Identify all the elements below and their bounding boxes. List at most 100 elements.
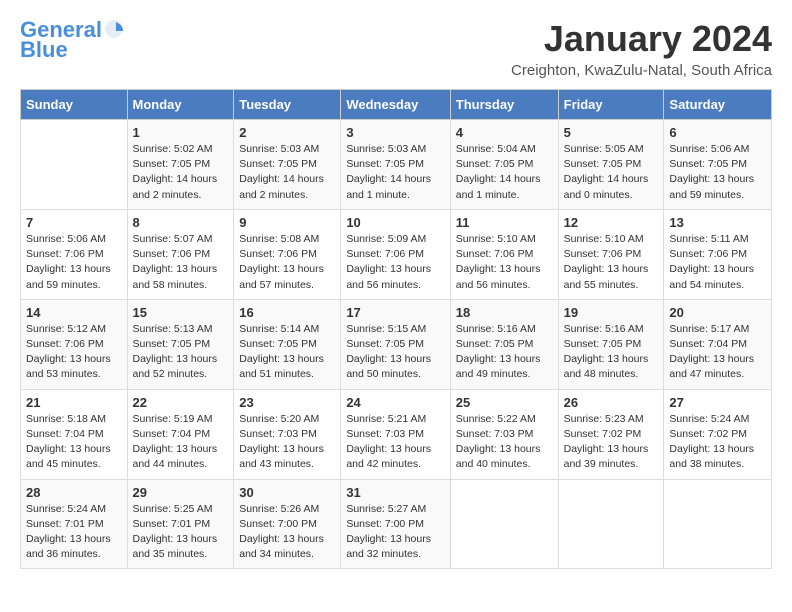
logo-icon bbox=[103, 18, 125, 40]
day-info-line: Daylight: 13 hours bbox=[133, 353, 218, 365]
header-row: General Blue January 2024 Creighton, Kwa… bbox=[20, 18, 772, 79]
day-info: Sunrise: 5:21 AMSunset: 7:03 PMDaylight:… bbox=[346, 412, 444, 473]
calendar-cell: 22 Sunrise: 5:19 AMSunset: 7:04 PMDayligh… bbox=[127, 389, 234, 479]
week-row-1: 1Sunrise: 5:02 AMSunset: 7:05 PMDaylight… bbox=[21, 120, 772, 210]
day-info-line: Sunrise: 5:02 AM bbox=[133, 143, 213, 155]
calendar-cell: 24Sunrise: 5:21 AMSunset: 7:03 PMDayligh… bbox=[341, 389, 450, 479]
day-number: 8 bbox=[133, 215, 229, 230]
calendar-cell: 26Sunrise: 5:23 AMSunset: 7:02 PMDayligh… bbox=[558, 389, 664, 479]
logo: General Blue bbox=[20, 18, 125, 62]
day-info-line: and 48 minutes. bbox=[564, 368, 639, 380]
column-header-tuesday: Tuesday bbox=[234, 90, 341, 120]
day-number: 17 bbox=[346, 305, 444, 320]
day-number: 22 bbox=[133, 395, 229, 410]
calendar-cell: 19Sunrise: 5:16 AMSunset: 7:05 PMDayligh… bbox=[558, 299, 664, 389]
day-info-line: Sunrise: 5:18 AM bbox=[26, 413, 106, 425]
column-header-friday: Friday bbox=[558, 90, 664, 120]
day-info-line: and 54 minutes. bbox=[669, 279, 744, 291]
day-number: 3 bbox=[346, 125, 444, 140]
day-info: Sunrise: 5:02 AMSunset: 7:05 PMDaylight:… bbox=[133, 142, 229, 203]
day-info-line: Sunrise: 5:06 AM bbox=[26, 233, 106, 245]
day-number: 23 bbox=[239, 395, 335, 410]
day-info-line: Sunset: 7:06 PM bbox=[239, 248, 317, 260]
calendar-cell: 10Sunrise: 5:09 AMSunset: 7:06 PMDayligh… bbox=[341, 209, 450, 299]
day-info-line: Sunset: 7:06 PM bbox=[26, 248, 104, 260]
day-info-line: Sunset: 7:00 PM bbox=[239, 518, 317, 530]
day-info-line: Sunset: 7:06 PM bbox=[456, 248, 534, 260]
column-header-saturday: Saturday bbox=[664, 90, 772, 120]
day-info-line: Daylight: 13 hours bbox=[564, 443, 649, 455]
title-block: January 2024 Creighton, KwaZulu-Natal, S… bbox=[511, 18, 772, 79]
day-info-line: Daylight: 13 hours bbox=[456, 443, 541, 455]
day-number: 4 bbox=[456, 125, 553, 140]
calendar-cell: 18Sunrise: 5:16 AMSunset: 7:05 PMDayligh… bbox=[450, 299, 558, 389]
day-info-line: Sunset: 7:03 PM bbox=[456, 428, 534, 440]
day-info-line: Sunrise: 5:20 AM bbox=[239, 413, 319, 425]
calendar-cell bbox=[558, 479, 664, 569]
day-info: Sunrise: 5:12 AMSunset: 7:06 PMDaylight:… bbox=[26, 322, 122, 383]
day-info-line: Daylight: 13 hours bbox=[669, 443, 754, 455]
calendar-cell: 31Sunrise: 5:27 AMSunset: 7:00 PMDayligh… bbox=[341, 479, 450, 569]
calendar-cell bbox=[21, 120, 128, 210]
day-info-line: Sunrise: 5:24 AM bbox=[26, 503, 106, 515]
day-info-line: Sunset: 7:06 PM bbox=[26, 338, 104, 350]
day-info-line: Sunset: 7:06 PM bbox=[669, 248, 747, 260]
day-info-line: Sunset: 7:03 PM bbox=[239, 428, 317, 440]
day-info-line: Sunset: 7:05 PM bbox=[564, 158, 642, 170]
day-info-line: Daylight: 13 hours bbox=[456, 353, 541, 365]
day-info-line: Sunset: 7:02 PM bbox=[669, 428, 747, 440]
day-info: Sunrise: 5:09 AMSunset: 7:06 PMDaylight:… bbox=[346, 232, 444, 293]
day-info-line: Sunset: 7:06 PM bbox=[133, 248, 211, 260]
day-info-line: and 2 minutes. bbox=[239, 189, 308, 201]
day-info: Sunrise: 5:19 AMSunset: 7:04 PMDaylight:… bbox=[133, 412, 229, 473]
page: General Blue January 2024 Creighton, Kwa… bbox=[0, 0, 792, 587]
day-info-line: Daylight: 13 hours bbox=[239, 263, 324, 275]
day-info-line: Sunset: 7:05 PM bbox=[456, 158, 534, 170]
day-info-line: Daylight: 13 hours bbox=[26, 443, 111, 455]
day-info-line: Sunset: 7:00 PM bbox=[346, 518, 424, 530]
day-info: Sunrise: 5:23 AMSunset: 7:02 PMDaylight:… bbox=[564, 412, 659, 473]
calendar-cell: 1 Sunrise: 5:02 AMSunset: 7:05 PMDaylight… bbox=[127, 120, 234, 210]
calendar-cell: 11Sunrise: 5:10 AMSunset: 7:06 PMDayligh… bbox=[450, 209, 558, 299]
day-number: 9 bbox=[239, 215, 335, 230]
day-info-line: Sunset: 7:04 PM bbox=[669, 338, 747, 350]
day-info-line: and 53 minutes. bbox=[26, 368, 101, 380]
day-info-line: Sunrise: 5:14 AM bbox=[239, 323, 319, 335]
day-info-line: and 34 minutes. bbox=[239, 548, 314, 560]
day-number: 29 bbox=[133, 485, 229, 500]
day-info-line: Daylight: 13 hours bbox=[669, 263, 754, 275]
subtitle: Creighton, KwaZulu-Natal, South Africa bbox=[511, 62, 772, 79]
day-info-line: Sunrise: 5:13 AM bbox=[133, 323, 213, 335]
day-number: 1 bbox=[133, 125, 229, 140]
day-info-line: Daylight: 13 hours bbox=[26, 533, 111, 545]
day-number: 27 bbox=[669, 395, 766, 410]
week-row-2: 7Sunrise: 5:06 AMSunset: 7:06 PMDaylight… bbox=[21, 209, 772, 299]
day-info-line: Sunrise: 5:25 AM bbox=[133, 503, 213, 515]
main-title: January 2024 bbox=[511, 18, 772, 60]
calendar-cell: 17Sunrise: 5:15 AMSunset: 7:05 PMDayligh… bbox=[341, 299, 450, 389]
day-info: Sunrise: 5:06 AMSunset: 7:05 PMDaylight:… bbox=[669, 142, 766, 203]
day-number: 20 bbox=[669, 305, 766, 320]
day-info-line: Daylight: 13 hours bbox=[564, 263, 649, 275]
day-info: Sunrise: 5:17 AMSunset: 7:04 PMDaylight:… bbox=[669, 322, 766, 383]
calendar-cell: 20 Sunrise: 5:17 AMSunset: 7:04 PMDayligh… bbox=[664, 299, 772, 389]
week-row-5: 28Sunrise: 5:24 AMSunset: 7:01 PMDayligh… bbox=[21, 479, 772, 569]
day-info-line: Daylight: 14 hours bbox=[346, 173, 431, 185]
calendar-cell: 16Sunrise: 5:14 AMSunset: 7:05 PMDayligh… bbox=[234, 299, 341, 389]
day-info-line: and 52 minutes. bbox=[133, 368, 208, 380]
day-number: 18 bbox=[456, 305, 553, 320]
calendar-cell: 23Sunrise: 5:20 AMSunset: 7:03 PMDayligh… bbox=[234, 389, 341, 479]
day-info: Sunrise: 5:22 AMSunset: 7:03 PMDaylight:… bbox=[456, 412, 553, 473]
day-info: Sunrise: 5:24 AM Sunset: 7:01 PM Daylight:… bbox=[26, 502, 122, 563]
day-number: 13 bbox=[669, 215, 766, 230]
day-info-line: Sunrise: 5:07 AM bbox=[133, 233, 213, 245]
day-info: Sunrise: 5:14 AMSunset: 7:05 PMDaylight:… bbox=[239, 322, 335, 383]
day-number: 14 bbox=[26, 305, 122, 320]
day-info-line: Sunrise: 5:03 AM bbox=[239, 143, 319, 155]
day-info: Sunrise: 5:18 AMSunset: 7:04 PMDaylight:… bbox=[26, 412, 122, 473]
day-info-line: and 39 minutes. bbox=[564, 458, 639, 470]
day-info-line: Sunset: 7:01 PM bbox=[26, 518, 104, 530]
day-number: 25 bbox=[456, 395, 553, 410]
day-number: 12 bbox=[564, 215, 659, 230]
day-info-line: Daylight: 13 hours bbox=[346, 443, 431, 455]
